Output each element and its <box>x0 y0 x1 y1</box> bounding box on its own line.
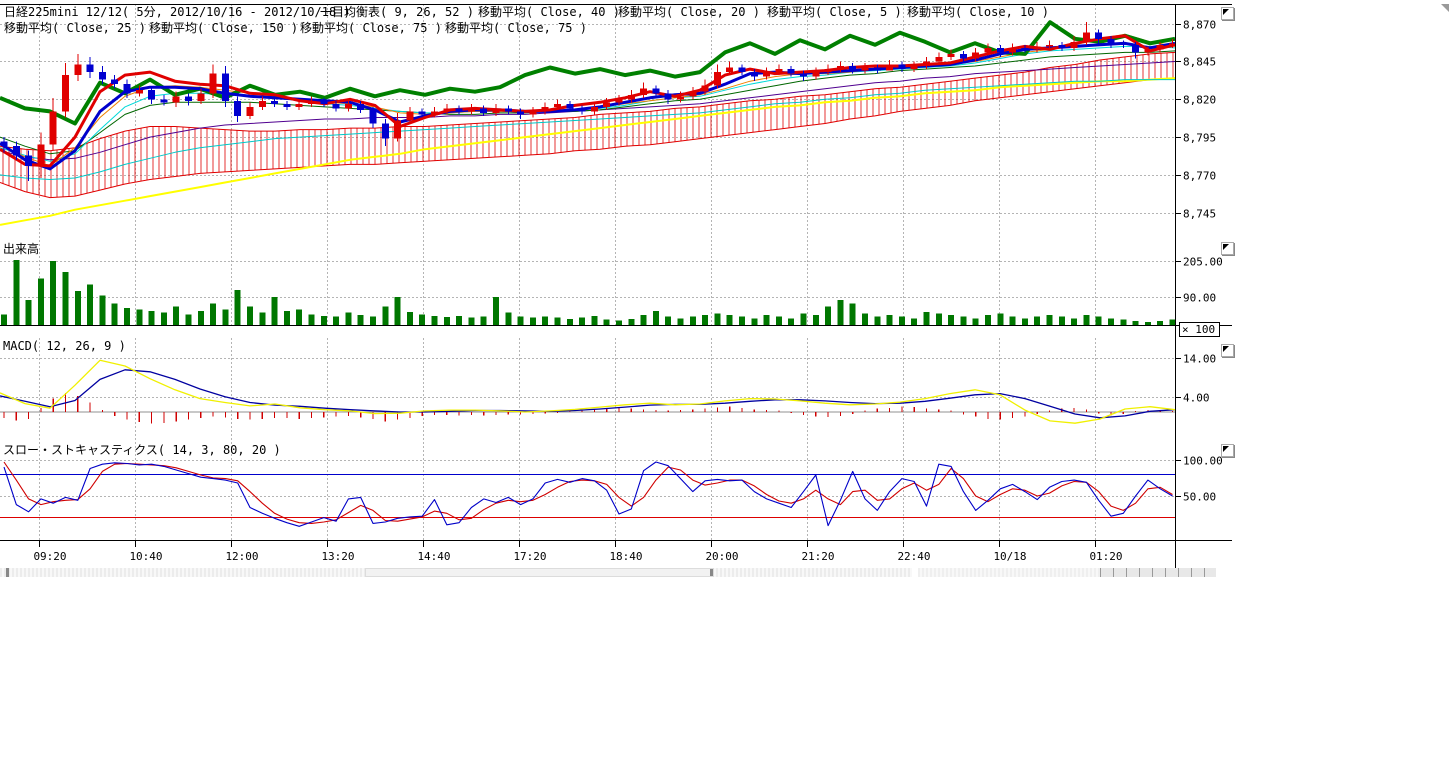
macd-signal-line <box>0 370 1175 418</box>
scrollbar-thumb[interactable] <box>365 568 714 577</box>
collapse-arrow-icon <box>1223 9 1229 15</box>
scrollbar-segments[interactable] <box>1100 568 1216 577</box>
legend-symbol: 日経225mini 12/12( 5分, 2012/10/16 - 2012/1… <box>4 3 351 20</box>
scrollbar-left-nub[interactable] <box>6 568 9 577</box>
macd-pane-label: MACD( 12, 26, 9 ) <box>3 339 126 353</box>
y-axis-label: 8,820 <box>1183 94 1216 107</box>
x-axis-label: 17:20 <box>513 550 546 563</box>
volume-pane-label: 出来高 <box>3 240 39 257</box>
collapse-arrow-icon <box>1223 346 1229 352</box>
window-corner-resize-icon[interactable] <box>1441 4 1449 12</box>
x-axis-label: 14:40 <box>417 550 450 563</box>
legend-ichimoku: 一目均衡表( 9, 26, 52 ) <box>320 3 474 20</box>
ichimoku-cloud <box>0 52 1175 197</box>
chart-application-window: 8,870 8,845 8,820 8,795 8,770 8,745 205.00 90.0… <box>0 0 1452 768</box>
y-axis-label: 4.00 <box>1183 392 1210 405</box>
x-axis-label: 09:20 <box>33 550 66 563</box>
legend-ma75-2: 移動平均( Close, 75 ) <box>445 19 587 36</box>
y-axis-label: 205.00 <box>1183 256 1223 269</box>
x-axis-label: 13:20 <box>321 550 354 563</box>
volume-multiplier-badge: × 100 <box>1179 322 1220 337</box>
legend-ma75: 移動平均( Close, 75 ) <box>300 19 442 36</box>
legend-ma10: 移動平均( Close, 10 ) <box>907 3 1049 20</box>
x-axis-label: 12:00 <box>225 550 258 563</box>
x-axis-label: 22:40 <box>897 550 930 563</box>
y-axis-label: 100.00 <box>1183 455 1223 468</box>
legend-ma25: 移動平均( Close, 25 ) <box>4 19 146 36</box>
y-axis-label: 50.00 <box>1183 491 1216 504</box>
legend-ma150: 移動平均( Close, 150 ) <box>149 19 298 36</box>
collapse-arrow-icon <box>1223 446 1229 452</box>
macd-pane-collapse-button[interactable] <box>1221 344 1234 357</box>
volume-pane-collapse-button[interactable] <box>1221 242 1234 255</box>
price-pane-collapse-button[interactable] <box>1221 7 1234 20</box>
stoch-pane-label: スロー・ストキャスティクス( 14, 3, 80, 20 ) <box>3 441 281 458</box>
y-axis-label: 8,870 <box>1183 19 1216 32</box>
x-axis-label: 20:00 <box>705 550 738 563</box>
y-axis-label: 8,795 <box>1183 132 1216 145</box>
y-axis-label: 8,770 <box>1183 170 1216 183</box>
scrollbar-thumb-handle[interactable] <box>710 569 713 576</box>
chart-canvas[interactable]: 8,870 8,845 8,820 8,795 8,770 8,745 205.00 90.0… <box>0 0 1240 580</box>
y-axis-label: 8,845 <box>1183 56 1216 69</box>
x-axis-label: 21:20 <box>801 550 834 563</box>
y-axis-label: 14.00 <box>1183 353 1216 366</box>
x-axis-label: 18:40 <box>609 550 642 563</box>
x-axis-label: 10/18 <box>993 550 1026 563</box>
stoch-k-line <box>4 462 1173 526</box>
y-axis-label: 90.00 <box>1183 292 1216 305</box>
x-axis-label: 10:40 <box>129 550 162 563</box>
y-axis-label: 8,745 <box>1183 208 1216 221</box>
legend-ma20: 移動平均( Close, 20 ) <box>618 3 760 20</box>
legend-ma40: 移動平均( Close, 40 ) <box>478 3 620 20</box>
stoch-pane-collapse-button[interactable] <box>1221 444 1234 457</box>
collapse-arrow-icon <box>1223 244 1229 250</box>
x-axis-label: 01:20 <box>1089 550 1122 563</box>
legend-ma5: 移動平均( Close, 5 ) <box>767 3 902 20</box>
